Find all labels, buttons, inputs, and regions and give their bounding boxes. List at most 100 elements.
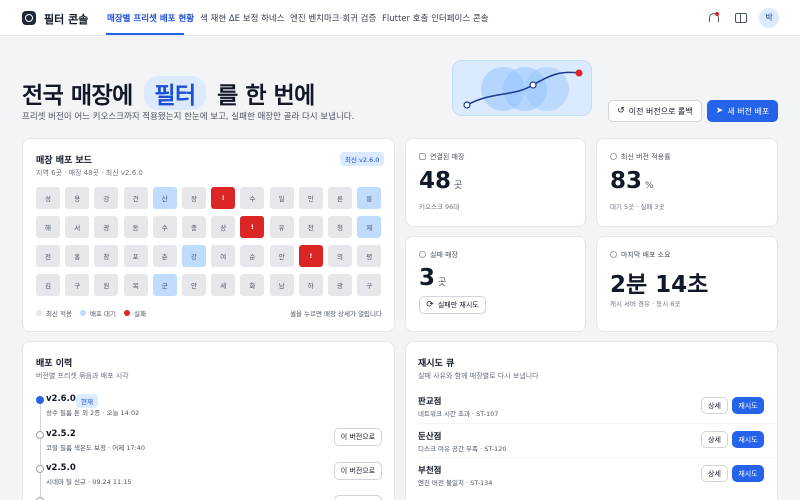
connected-label: 연결된 매장 — [419, 152, 464, 162]
store-cell-latest[interactable]: 광 — [328, 274, 352, 296]
store-cell-latest[interactable]: 동 — [123, 216, 148, 238]
store-cell-failed[interactable]: ! — [211, 187, 236, 209]
restore-version-button[interactable] — [334, 495, 382, 500]
queue-retry-button[interactable]: 재시도 — [732, 465, 764, 482]
avatar[interactable]: 박 — [759, 8, 779, 28]
store-cell-latest[interactable]: 해 — [36, 216, 60, 238]
store-cell-latest[interactable]: 상 — [211, 216, 236, 238]
send-icon: ➤ — [715, 106, 724, 116]
store-cell-latest[interactable]: 원 — [94, 274, 119, 296]
store-cell-failed[interactable]: ! — [298, 245, 323, 267]
history-subtitle: 버전별 프리셋 묶음과 배포 시각 — [36, 372, 129, 380]
store-cell-latest[interactable]: 광 — [94, 216, 119, 238]
store-cell-latest[interactable]: 청 — [328, 216, 352, 238]
latest-rate-note: 대기 5곳 · 실패 3곳 — [610, 203, 665, 211]
store-cell-latest[interactable]: 순 — [240, 245, 265, 267]
legend-label: 최신 적용 — [46, 310, 72, 318]
store-cell-failed[interactable]: ! — [240, 216, 265, 238]
store-cell-latest[interactable]: 천 — [298, 216, 323, 238]
latest-version-badge: 최신 v2.6.0 — [340, 152, 385, 166]
queue-store-name: 판교점 — [418, 397, 442, 407]
restore-version-button[interactable]: 이 버전으로 — [334, 428, 382, 446]
store-cell-latest[interactable]: 포 — [123, 245, 148, 267]
failed-label: 실패 매장 — [419, 250, 458, 260]
store-cell-waiting[interactable]: 릉 — [357, 187, 382, 209]
queue-retry-button[interactable]: 재시도 — [732, 397, 764, 414]
duration-label: 마지막 배포 소요 — [610, 250, 671, 260]
store-cell-latest[interactable]: 화 — [240, 274, 265, 296]
queue-detail-button[interactable]: 상세 — [701, 431, 728, 448]
store-cell-latest[interactable]: 홍 — [65, 245, 90, 267]
tab-store-deploy[interactable]: 매장별 프리셋 배포 현황 — [107, 12, 194, 24]
queue-retry-button[interactable]: 재시도 — [732, 431, 764, 448]
legend-dot — [80, 310, 86, 316]
history-note: 코랄 필름 색온도 보정 · 어제 17:40 — [46, 444, 145, 452]
store-cell-latest[interactable]: 구 — [357, 274, 382, 296]
legend-dot — [124, 310, 130, 316]
store-cell-latest[interactable]: 유 — [269, 216, 294, 238]
notification-bell-icon[interactable] — [707, 12, 719, 24]
store-cell-latest[interactable]: 인 — [298, 187, 323, 209]
store-cell-waiting[interactable]: 산 — [152, 187, 177, 209]
filter-logo-icon — [22, 11, 36, 25]
store-cell-latest[interactable]: 목 — [123, 274, 148, 296]
duration-label-text: 마지막 배포 소요 — [621, 251, 671, 259]
latest-rate-unit: % — [645, 181, 654, 191]
retry-failed-button[interactable]: ⟳ 실패만 재시도 — [419, 296, 486, 314]
restore-version-button[interactable]: 이 버전으로 — [334, 462, 382, 480]
queue-divider — [418, 423, 778, 424]
connected-note: 키오스크 96대 — [419, 203, 460, 211]
store-cell-latest[interactable]: 여 — [211, 245, 236, 267]
store-cell-latest[interactable]: 성 — [36, 187, 60, 209]
store-cell-latest[interactable]: 서 — [65, 216, 90, 238]
deploy-label: 새 버전 배포 — [727, 106, 770, 116]
tab-color-harness[interactable]: 색 재현 ΔE 보정 하네스 — [200, 12, 285, 24]
store-cell-latest[interactable]: 강 — [94, 187, 119, 209]
store-cell-latest[interactable]: 김 — [36, 274, 60, 296]
timeline-line — [40, 399, 41, 500]
store-cell-latest[interactable]: 구 — [65, 274, 90, 296]
store-cell-latest[interactable]: 창 — [94, 245, 119, 267]
queue-detail-button[interactable]: 상세 — [701, 397, 728, 414]
tab-engine-benchmark[interactable]: 엔진 벤치마크·회귀 검증 — [290, 12, 376, 24]
store-cell-latest[interactable]: 전 — [36, 245, 60, 267]
store-cell-latest[interactable]: 건 — [123, 187, 148, 209]
store-icon — [419, 153, 426, 160]
history-version: v2.5.0 — [46, 463, 76, 473]
store-cell-latest[interactable]: 안 — [269, 245, 294, 267]
store-cell-latest[interactable]: 춘 — [152, 245, 177, 267]
store-cell-latest[interactable]: 의 — [328, 245, 352, 267]
store-cell-latest[interactable]: 세 — [211, 274, 236, 296]
store-cell-latest[interactable]: 안 — [182, 274, 206, 296]
store-cell-latest[interactable]: 충 — [182, 216, 206, 238]
store-cell-latest[interactable]: 남 — [269, 274, 294, 296]
connected-number: 48 — [419, 168, 452, 194]
store-cell-waiting[interactable]: 강 — [182, 245, 206, 267]
timeline-dot — [36, 431, 44, 439]
store-cell-latest[interactable]: 평 — [357, 245, 382, 267]
store-cell-latest[interactable]: 장 — [182, 187, 206, 209]
page-subtitle: 프리셋 버전이 어느 키오스크까지 적용됐는지 한눈에 보고, 실패한 매장만 … — [22, 112, 355, 122]
board-subtitle: 지역 6곳 · 매장 48곳 · 최신 v2.6.0 — [36, 169, 143, 177]
store-cell-latest[interactable]: 일 — [269, 187, 294, 209]
timeline-dot-current — [36, 396, 44, 404]
latest-rate-label: 최신 버전 적용률 — [610, 152, 671, 162]
tab-flutter-console[interactable]: Flutter 호출 인터페이스 콘솔 — [382, 12, 489, 24]
legend-dot — [36, 310, 42, 316]
store-cell-latest[interactable]: 론 — [328, 187, 352, 209]
store-cell-waiting[interactable]: 제 — [357, 216, 382, 238]
store-cell-latest[interactable]: 하 — [298, 274, 323, 296]
docs-book-icon[interactable] — [735, 13, 747, 23]
connected-label-text: 연결된 매장 — [430, 153, 465, 161]
deploy-button[interactable]: ➤ 새 버전 배포 — [707, 100, 778, 122]
store-cell-latest[interactable]: 수 — [152, 216, 177, 238]
store-cell-latest[interactable]: 수 — [240, 187, 265, 209]
refresh-icon: ⟳ — [426, 300, 434, 310]
queue-detail-button[interactable]: 상세 — [701, 465, 728, 482]
store-cell-waiting[interactable]: 군 — [152, 274, 177, 296]
rollback-button[interactable]: ↺ 이전 버전으로 롤백 — [608, 100, 702, 122]
connected-unit: 곳 — [454, 181, 463, 191]
store-cell-latest[interactable]: 용 — [65, 187, 90, 209]
queue-reason: 디스크 여유 공간 부족 · ST-120 — [418, 445, 507, 453]
history-version: v2.5.2 — [46, 429, 76, 439]
